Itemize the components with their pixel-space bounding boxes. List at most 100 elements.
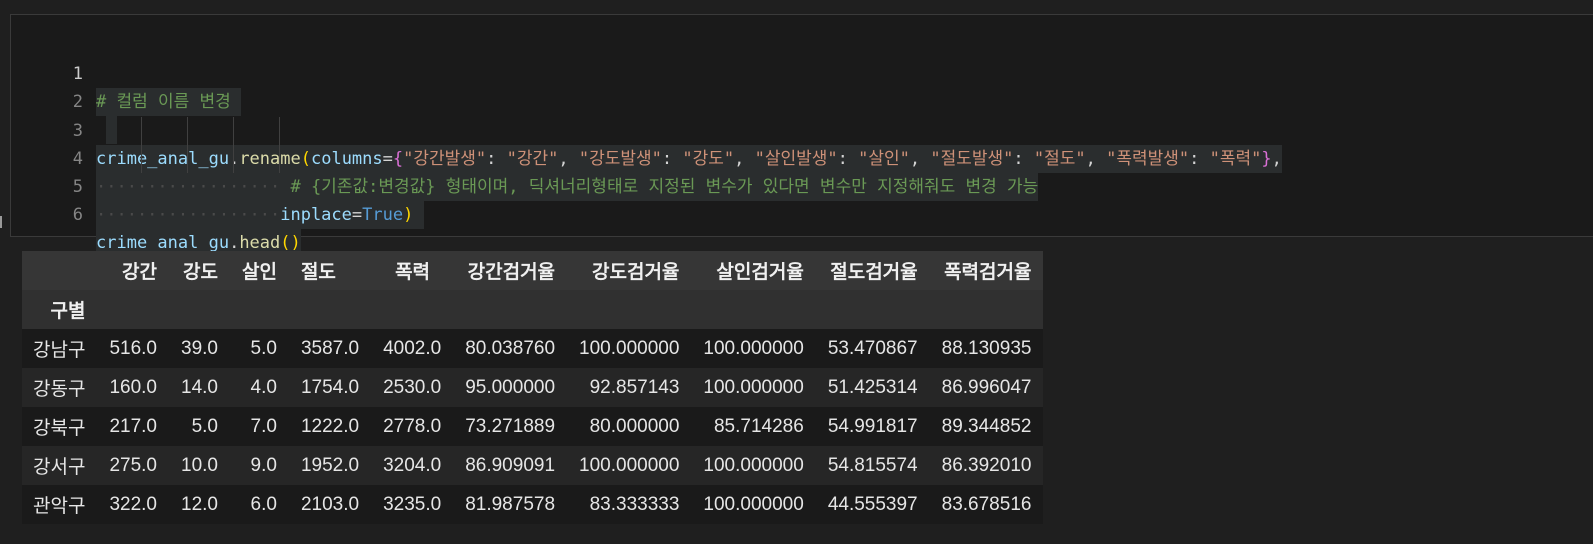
table-cell: 3204.0 bbox=[383, 454, 442, 476]
dict-value: "폭력" bbox=[1209, 149, 1262, 169]
table-cell: 14.0 bbox=[181, 376, 218, 398]
table-cell: 160.0 bbox=[109, 376, 157, 398]
table-cell: 100.000000 bbox=[579, 337, 680, 359]
brace: { bbox=[392, 149, 404, 169]
table-cell: 86.392010 bbox=[941, 454, 1032, 476]
table-cell: 2778.0 bbox=[383, 415, 442, 437]
column-header: 절도검거율 bbox=[830, 262, 918, 283]
indent-guide bbox=[279, 117, 280, 173]
table-cell: 80.038760 bbox=[465, 337, 556, 359]
table-cell: 516.0 bbox=[109, 337, 157, 359]
table-cell: 100.000000 bbox=[703, 376, 804, 398]
column-header: 강간검거율 bbox=[467, 262, 556, 283]
dict-key: "폭력발생" bbox=[1106, 149, 1190, 169]
line-number: 3 bbox=[72, 121, 83, 141]
dict-value: "살인" bbox=[858, 149, 910, 169]
comma: , bbox=[558, 149, 579, 169]
table-cell: 81.987578 bbox=[465, 493, 556, 515]
table-row: 강동구 160.0 14.0 4.0 1754.0 2530.0 95.0000… bbox=[22, 368, 1044, 407]
column-header: 강간 bbox=[122, 262, 157, 283]
row-index: 강서구 bbox=[33, 457, 86, 478]
table-cell: 100.000000 bbox=[579, 454, 680, 476]
code-line-4: 4 ·················· # {기존값:변경값} 형태이며, 딕… bbox=[11, 117, 1039, 201]
code-text[interactable]: crime_anal_gu.rename(columns={"강간발생": "강… bbox=[96, 145, 1282, 173]
table-cell: 322.0 bbox=[109, 493, 157, 515]
indent-guide bbox=[141, 117, 142, 173]
parens: () bbox=[280, 233, 301, 253]
dict-key: "강도발생" bbox=[578, 149, 662, 169]
table-cell: 54.991817 bbox=[827, 415, 918, 437]
column-header: 강도검거율 bbox=[592, 262, 680, 283]
paren: ( bbox=[300, 149, 311, 169]
indent-guide bbox=[233, 117, 234, 173]
table-cell: 86.996047 bbox=[941, 376, 1032, 398]
line-number: 5 bbox=[72, 177, 83, 197]
table-cell: 7.0 bbox=[250, 415, 277, 437]
code-line-1: 1 # 컬럼 이름 변경 bbox=[11, 32, 242, 116]
code-text[interactable] bbox=[106, 116, 117, 144]
table-cell: 2103.0 bbox=[300, 493, 360, 515]
colon: : bbox=[1013, 149, 1034, 169]
table-cell: 95.000000 bbox=[465, 376, 556, 398]
cell-gutter-marker bbox=[0, 216, 2, 228]
kwarg: columns bbox=[310, 149, 383, 169]
row-index: 강남구 bbox=[33, 340, 86, 361]
equals: = bbox=[382, 149, 393, 169]
comma: , bbox=[1271, 149, 1282, 169]
table-cell: 275.0 bbox=[109, 454, 157, 476]
table-cell: 86.909091 bbox=[465, 454, 556, 476]
table-cell: 6.0 bbox=[250, 493, 277, 515]
code-text[interactable]: ·················· # {기존값:변경값} 형태이며, 딕셔너… bbox=[96, 173, 1039, 201]
comment: # 컬럼 이름 변경 bbox=[96, 92, 231, 112]
table-row: 강북구 217.0 5.0 7.0 1222.0 2778.0 73.27188… bbox=[22, 407, 1044, 446]
code-cell[interactable]: 1 # 컬럼 이름 변경 2 3 crime_anal_gu.rename(co… bbox=[10, 14, 1593, 257]
table-cell: 1222.0 bbox=[300, 415, 360, 437]
indent-whitespace: ·················· bbox=[96, 177, 291, 197]
line-number: 4 bbox=[72, 149, 83, 169]
table-cell: 1952.0 bbox=[300, 454, 360, 476]
table-cell: 4.0 bbox=[250, 376, 277, 398]
table-cell: 9.0 bbox=[250, 454, 277, 476]
code-text[interactable]: ··················inplace=True) bbox=[96, 201, 424, 229]
keyword: True bbox=[362, 205, 404, 225]
table-cell: 53.470867 bbox=[827, 337, 918, 359]
table-cell: 3235.0 bbox=[383, 493, 442, 515]
kwarg: inplace bbox=[280, 205, 352, 225]
table-cell: 2530.0 bbox=[383, 376, 442, 398]
dict-key: "살인발생" bbox=[754, 149, 838, 169]
table-cell: 54.815574 bbox=[827, 454, 918, 476]
line-number: 6 bbox=[72, 205, 83, 225]
comma: , bbox=[734, 149, 755, 169]
row-index: 관악구 bbox=[33, 496, 86, 517]
row-index: 강북구 bbox=[33, 418, 86, 439]
brace: } bbox=[1261, 149, 1272, 169]
colon: : bbox=[837, 149, 859, 169]
table-cell: 4002.0 bbox=[383, 337, 442, 359]
indent-whitespace: ·················· bbox=[96, 205, 281, 225]
colon: : bbox=[1189, 149, 1210, 169]
comma: , bbox=[1085, 149, 1107, 169]
method: head bbox=[239, 233, 281, 253]
equals: = bbox=[351, 205, 363, 225]
table-cell: 51.425314 bbox=[827, 376, 918, 398]
table-cell: 92.857143 bbox=[589, 376, 680, 398]
column-header: 절도 bbox=[300, 262, 336, 283]
table-cell: 80.000000 bbox=[589, 415, 680, 437]
table-cell: 100.000000 bbox=[703, 337, 804, 359]
code-line-2: 2 bbox=[11, 60, 117, 144]
code-text[interactable]: # 컬럼 이름 변경 bbox=[96, 88, 242, 116]
dataframe-table: 강간 강도 살인 절도 폭력 강간검거율 강도검거율 살인검거율 절도검거율 폭… bbox=[22, 251, 1044, 524]
table-cell: 44.555397 bbox=[827, 493, 918, 515]
variable: crime_anal_gu bbox=[96, 233, 230, 253]
dict-value: "절도" bbox=[1033, 149, 1086, 169]
table-cell: 83.678516 bbox=[941, 493, 1032, 515]
dict-key: "절도발생" bbox=[930, 149, 1014, 169]
dict-key: "강간발생" bbox=[403, 149, 487, 169]
table-cell: 217.0 bbox=[109, 415, 157, 437]
comma: , bbox=[909, 149, 931, 169]
column-header: 살인 bbox=[241, 262, 277, 283]
dict-value: "강도" bbox=[682, 149, 735, 169]
indent-guide bbox=[187, 117, 188, 173]
colon: : bbox=[661, 149, 683, 169]
cell-output: 강간 강도 살인 절도 폭력 강간검거율 강도검거율 살인검거율 절도검거율 폭… bbox=[22, 251, 1044, 524]
